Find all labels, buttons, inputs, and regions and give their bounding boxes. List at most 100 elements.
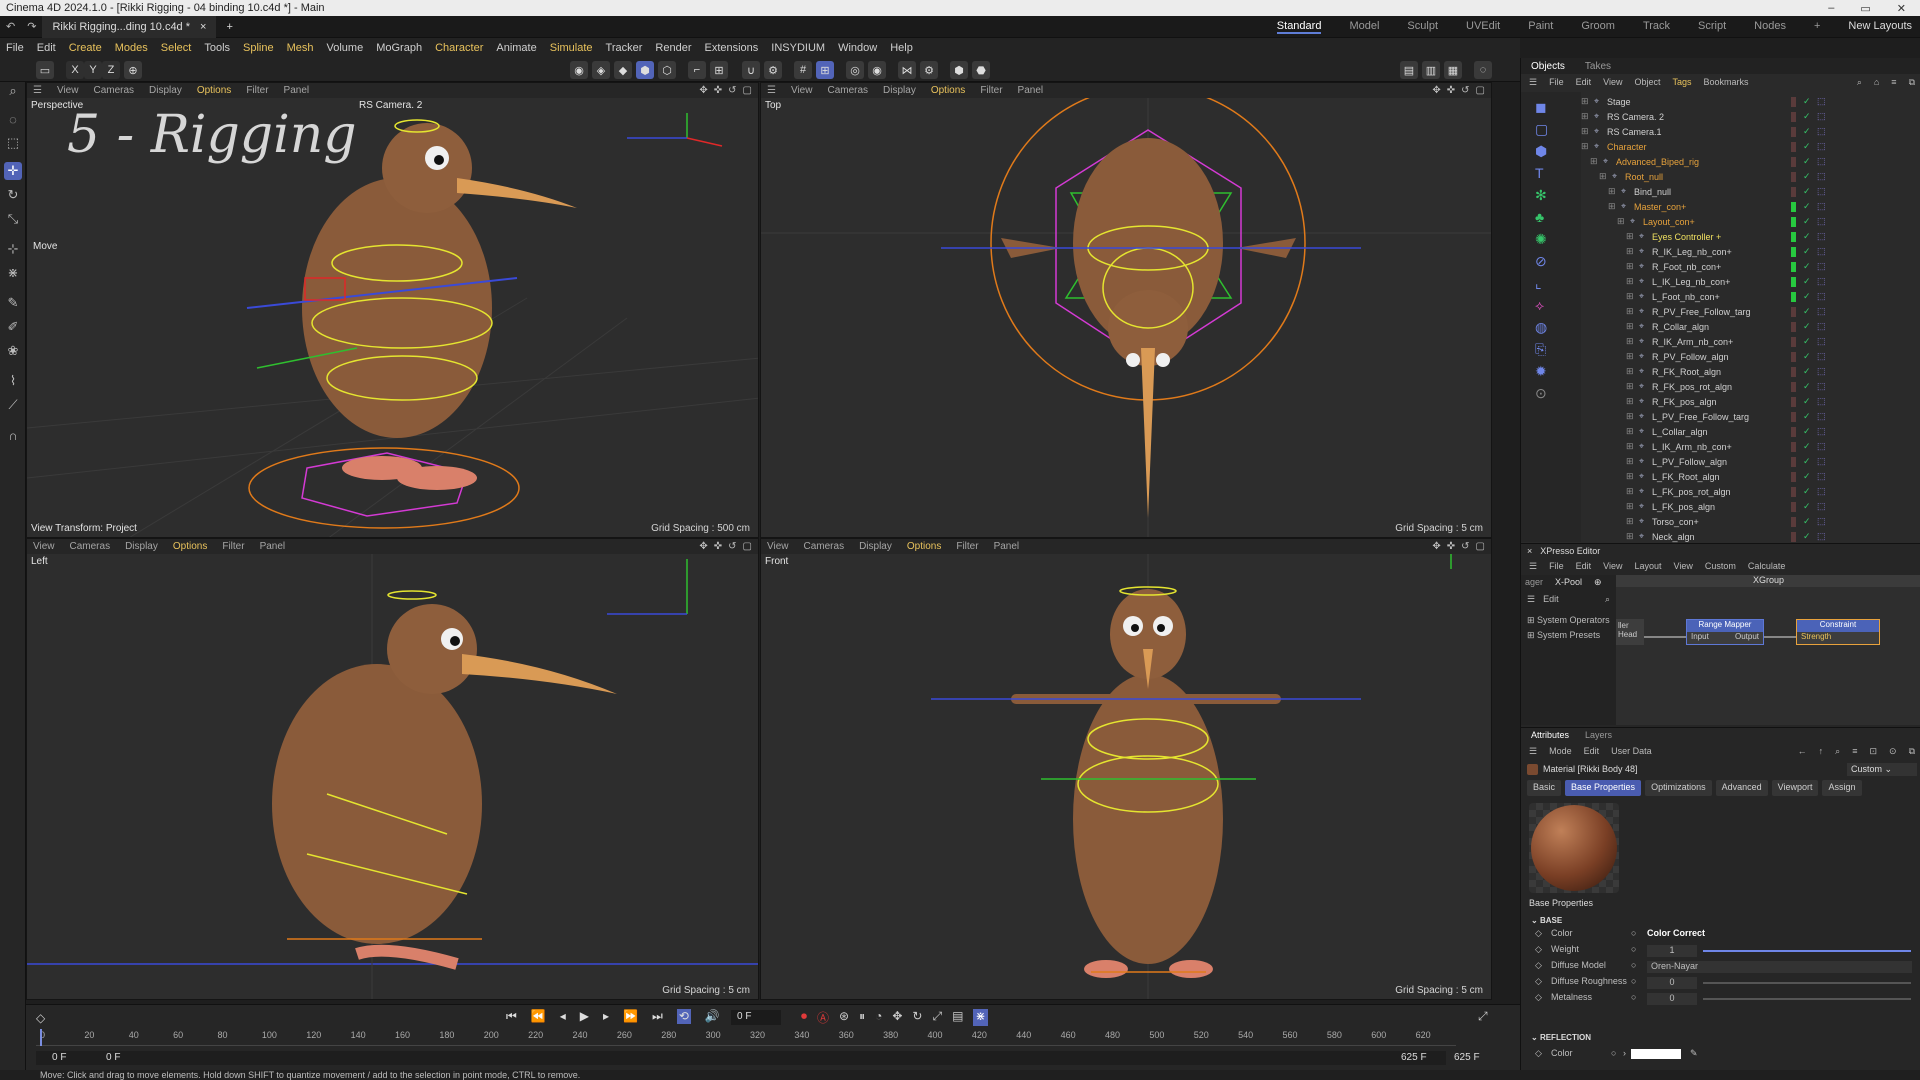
visibility-toggle[interactable] (1791, 231, 1796, 242)
axis-mode-icon[interactable]: ⌐ (688, 61, 706, 79)
object-row[interactable]: ⊞ ⌖ R_IK_Leg_nb_con+ ✓ ⬚ (1581, 244, 1920, 259)
visibility-toggle[interactable] (1791, 366, 1796, 377)
visibility-toggle[interactable] (1791, 276, 1796, 287)
xp-menu-edit[interactable]: Edit (1576, 561, 1592, 571)
enabled-check-icon[interactable]: ✓ (1803, 471, 1811, 482)
expand-icon[interactable]: ⊞ (1626, 231, 1636, 242)
visibility-toggle[interactable] (1791, 456, 1796, 467)
tag-icon[interactable]: ⬚ (1817, 471, 1826, 482)
expand-icon[interactable]: ⊞ (1626, 306, 1636, 317)
tag-icon[interactable]: ⬚ (1817, 456, 1826, 467)
tag-icon[interactable]: ⬚ (1817, 501, 1826, 512)
menu-view[interactable]: View (791, 85, 813, 96)
visibility-toggle[interactable] (1791, 126, 1796, 137)
maximize-view-icon[interactable]: ▢ (1476, 541, 1485, 552)
camera-icon[interactable]: ⎘ (1535, 338, 1581, 360)
visibility-toggle[interactable] (1791, 111, 1796, 122)
tag-icon[interactable]: ⬚ (1817, 186, 1826, 197)
menu-file[interactable]: File (6, 42, 24, 54)
close-window-button[interactable]: ✕ (1897, 2, 1906, 15)
transform-tool-icon[interactable]: ⊹ (4, 240, 22, 258)
xp-menu-layout[interactable]: Layout (1634, 561, 1661, 571)
menu-cameras[interactable]: Cameras (804, 541, 845, 552)
timeline-range-bar[interactable] (36, 1051, 1446, 1065)
om-menu-view[interactable]: View (1603, 77, 1622, 87)
keyframe-diamond-icon[interactable]: ◇ (1535, 1048, 1542, 1059)
eyedropper-icon[interactable]: ✎ (1690, 1048, 1698, 1059)
attr-menu-edit[interactable]: Edit (1584, 746, 1600, 756)
menu-character[interactable]: Character (435, 42, 483, 54)
object-name[interactable]: Stage (1607, 97, 1757, 107)
enabled-check-icon[interactable]: ✓ (1803, 156, 1811, 167)
menu-view[interactable]: View (57, 85, 79, 96)
menu-options[interactable]: Options (197, 85, 231, 96)
subtab-optimizations[interactable]: Optimizations (1645, 780, 1712, 796)
menu-render[interactable]: Render (655, 42, 691, 54)
om-menu-edit[interactable]: Edit (1576, 77, 1592, 87)
enabled-check-icon[interactable]: ✓ (1803, 186, 1811, 197)
tag-icon[interactable]: ⬚ (1817, 291, 1826, 302)
deformer-icon[interactable]: ✺ (1535, 228, 1581, 250)
layout-tab-sculpt[interactable]: Sculpt (1407, 20, 1438, 34)
expand-icon[interactable]: ⊞ (1626, 291, 1636, 302)
filter-icon[interactable]: ≡ (1891, 77, 1896, 87)
object-row[interactable]: ⊞ ⌖ L_IK_Arm_nb_con+ ✓ ⬚ (1581, 439, 1920, 454)
object-name[interactable]: L_PV_Free_Follow_targ (1652, 412, 1802, 422)
enabled-check-icon[interactable]: ✓ (1803, 201, 1811, 212)
rotate-view-icon[interactable]: ↺ (728, 541, 736, 552)
subtab-basic[interactable]: Basic (1527, 780, 1562, 796)
tag-icon[interactable]: ⬚ (1817, 351, 1826, 362)
visibility-toggle[interactable] (1791, 216, 1796, 227)
object-name[interactable]: R_FK_pos_algn (1652, 397, 1802, 407)
object-row[interactable]: ⊞ ⌖ R_FK_pos_algn ✓ ⬚ (1581, 394, 1920, 409)
maximize-view-icon[interactable]: ▢ (743, 541, 752, 552)
next-frame-icon[interactable]: ▸ (603, 1009, 609, 1024)
move-view-icon[interactable]: ✜ (714, 85, 722, 96)
close-tab-icon[interactable]: × (200, 21, 206, 33)
visibility-toggle[interactable] (1791, 306, 1796, 317)
snap-settings-icon[interactable]: ⚙ (764, 61, 782, 79)
tag-icon[interactable]: ⬚ (1817, 216, 1826, 227)
layout-tab-model[interactable]: Model (1349, 20, 1379, 34)
menu-create[interactable]: Create (69, 42, 102, 54)
document-tab[interactable]: Rikki Rigging...ding 10.c4d * × (42, 15, 217, 38)
tag-icon[interactable]: ⬚ (1817, 276, 1826, 287)
enabled-check-icon[interactable]: ✓ (1803, 96, 1811, 107)
object-name[interactable]: L_IK_Arm_nb_con+ (1652, 442, 1802, 452)
expand-icon[interactable]: ⊞ (1626, 321, 1636, 332)
tab-objects[interactable]: Objects (1531, 61, 1565, 72)
enabled-check-icon[interactable]: ✓ (1803, 261, 1811, 272)
menu-icon[interactable]: ☰ (1529, 77, 1537, 88)
expand-icon[interactable]: ⊞ (1626, 531, 1636, 542)
visibility-toggle[interactable] (1791, 396, 1796, 407)
tag-icon[interactable]: ⬚ (1817, 201, 1826, 212)
subtab-assign[interactable]: Assign (1822, 780, 1862, 796)
pan-icon[interactable]: ✥ (699, 85, 707, 96)
object-name[interactable]: L_Collar_algn (1652, 427, 1802, 437)
attr-menu-userdata[interactable]: User Data (1611, 746, 1652, 756)
tag-icon[interactable]: ⬚ (1817, 126, 1826, 137)
coordinate-system-icon[interactable]: ⊕ (124, 61, 142, 79)
viewport-menu-icon[interactable]: ☰ (767, 85, 776, 96)
param-value[interactable]: Oren-Nayar (1647, 961, 1912, 973)
layout-tab-track[interactable]: Track (1643, 20, 1670, 34)
pool-item[interactable]: ⊞ System Operators (1527, 613, 1610, 628)
menu-display[interactable]: Display (149, 85, 182, 96)
redshift-icon[interactable]: ⬣ (972, 61, 990, 79)
menu-extensions[interactable]: Extensions (704, 42, 758, 54)
new-layouts-button[interactable]: New Layouts (1848, 20, 1912, 34)
sound-icon[interactable]: 🔊 (705, 1009, 720, 1024)
cube-icon[interactable]: ▢ (1535, 118, 1581, 140)
expand-icon[interactable]: ⊞ (1626, 381, 1636, 392)
solo-icon[interactable]: ◎ (846, 61, 864, 79)
subtab-advanced[interactable]: Advanced (1715, 780, 1768, 796)
object-name[interactable]: Neck_algn (1652, 532, 1802, 542)
expand-icon[interactable]: ⊞ (1626, 351, 1636, 362)
menu-volume[interactable]: Volume (327, 42, 364, 54)
menu-icon[interactable]: ☰ (1529, 561, 1537, 572)
edges-mode-icon[interactable]: ◈ (592, 61, 610, 79)
position-key-icon[interactable]: ✥ (892, 1009, 902, 1026)
text-icon[interactable]: T (1535, 162, 1581, 184)
om-menu-file[interactable]: File (1549, 77, 1564, 87)
enabled-check-icon[interactable]: ✓ (1803, 486, 1811, 497)
